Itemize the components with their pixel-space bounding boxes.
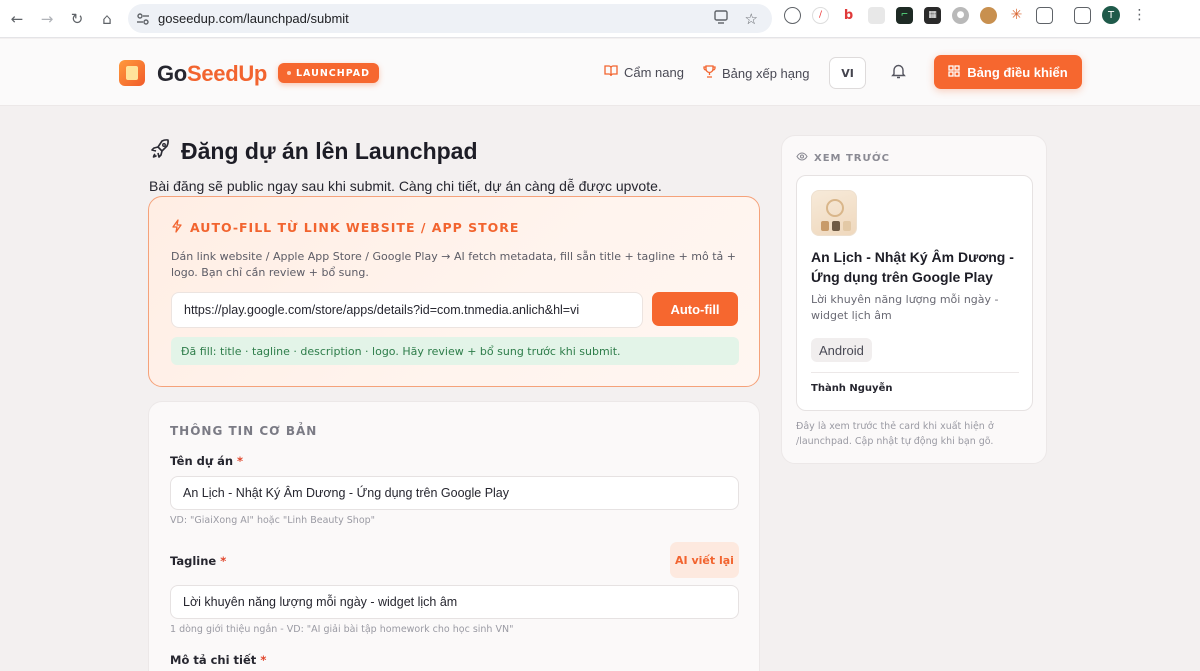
trophy-icon (703, 65, 716, 81)
url-text: goseedup.com/launchpad/submit (158, 11, 349, 26)
extension-icon[interactable]: ▦ (924, 6, 941, 24)
required-mark: * (220, 554, 227, 568)
url-actions: ☆ (713, 4, 758, 33)
badge-label: LAUNCHPAD (296, 67, 371, 79)
preview-note: Đây là xem trước thẻ card khi xuất hiện … (796, 421, 994, 447)
logo-icon[interactable] (119, 60, 145, 86)
section-title: THÔNG TIN CƠ BẢN (170, 424, 318, 438)
menu-dots-icon[interactable]: ⋮ (1131, 7, 1148, 24)
profile-avatar[interactable]: T (1102, 6, 1120, 24)
tagline-label-text: Tagline (170, 554, 217, 568)
extensions-bar: / b ⌐ ▦ ● ✳ T ⋮ (784, 6, 1148, 24)
lightning-icon (171, 219, 183, 236)
browser-nav: ← → ↻ ⌂ (0, 4, 122, 34)
autofill-panel: AUTO-FILL TỪ LINK WEBSITE / APP STORE Dá… (148, 196, 760, 387)
extension-icon[interactable] (868, 6, 885, 24)
book-icon (604, 65, 618, 80)
preview-title: An Lịch - Nhật Ký Âm Dương - Ứng dụng tr… (811, 249, 1014, 285)
platform-chip: Android (811, 338, 872, 362)
extension-icon[interactable]: / (812, 6, 829, 24)
site-header: GoSeedUp LAUNCHPAD Cẩm nang Bảng xếp hạn… (0, 39, 1200, 106)
app-logo (811, 190, 857, 236)
nav-handbook-label: Cẩm nang (624, 65, 684, 80)
preview-author: Thành Nguyễn (811, 383, 893, 394)
address-bar[interactable]: goseedup.com/launchpad/submit ☆ (128, 4, 772, 33)
autofill-button[interactable]: Auto-fill (652, 292, 738, 326)
page-title: Đăng dự án lên Launchpad (149, 138, 478, 165)
basic-info-section: THÔNG TIN CƠ BẢN Tên dự án * An Lịch - N… (148, 401, 760, 671)
bookmark-star-icon[interactable]: ☆ (745, 10, 758, 28)
preview-tagline: Lời khuyên năng lượng mỗi ngày - widget … (811, 293, 999, 322)
puzzle-icon[interactable] (1036, 6, 1053, 24)
required-mark: * (237, 454, 244, 468)
home-icon[interactable]: ⌂ (92, 4, 122, 34)
autofill-description: Dán link website / Apple App Store / Goo… (171, 250, 736, 279)
notification-bell-icon[interactable] (891, 63, 906, 83)
dashboard-button[interactable]: Bảng điều khiển (934, 55, 1082, 89)
forward-icon[interactable]: → (32, 4, 62, 34)
page-heading: Đăng dự án lên Launchpad (181, 138, 478, 164)
required-mark: * (260, 653, 267, 667)
project-name-input[interactable]: An Lịch - Nhật Ký Âm Dương - Ứng dụng tr… (170, 476, 739, 510)
autofill-title-text: AUTO-FILL TỪ LINK WEBSITE / APP STORE (190, 220, 520, 235)
eye-icon (796, 152, 808, 164)
tagline-label: Tagline * (170, 554, 226, 568)
back-icon[interactable]: ← (2, 4, 32, 34)
ai-rewrite-button[interactable]: AI viết lại (670, 542, 739, 578)
terminal-extension-icon[interactable]: ⌐ (896, 6, 913, 24)
autofill-title: AUTO-FILL TỪ LINK WEBSITE / APP STORE (171, 219, 519, 236)
description-label-text: Mô tả chi tiết (170, 653, 257, 667)
language-toggle[interactable]: VI (829, 57, 866, 89)
project-name-hint: VD: "GiaiXong AI" hoặc "Linh Beauty Shop… (170, 515, 376, 526)
autofill-status: Đã fill: title · tagline · description ·… (171, 337, 739, 365)
preview-card[interactable]: An Lịch - Nhật Ký Âm Dương - Ứng dụng tr… (796, 175, 1033, 411)
preview-heading: XEM TRƯỚC (796, 152, 890, 164)
tagline-input[interactable]: Lời khuyên năng lượng mỗi ngày - widget … (170, 585, 739, 619)
autofill-url-input[interactable]: https://play.google.com/store/apps/detai… (171, 292, 643, 328)
launchpad-badge: LAUNCHPAD (278, 63, 380, 83)
badge-dot (287, 71, 291, 75)
extension-icon[interactable]: ● (952, 6, 969, 24)
dashboard-label: Bảng điều khiển (967, 64, 1068, 80)
browser-toolbar: ← → ↻ ⌂ goseedup.com/launchpad/submit ☆ … (0, 0, 1200, 38)
search-tabs-icon[interactable] (1074, 6, 1091, 24)
claude-icon[interactable]: ✳ (1008, 7, 1025, 24)
card-divider (811, 372, 1019, 373)
preview-panel: XEM TRƯỚC An Lịch - Nhật Ký Âm Dương - Ứ… (781, 135, 1047, 464)
project-name-label-text: Tên dự án (170, 454, 234, 468)
brand-go: Go (157, 61, 187, 86)
description-label: Mô tả chi tiết * (170, 653, 266, 667)
preview-heading-text: XEM TRƯỚC (814, 152, 890, 164)
tagline-hint: 1 dòng giới thiệu ngắn - VD: "AI giải bà… (170, 624, 514, 635)
brand-name[interactable]: GoSeedUp (157, 61, 267, 87)
extension-icon[interactable] (784, 6, 801, 24)
grid-icon (948, 64, 960, 80)
project-name-label: Tên dự án * (170, 454, 243, 468)
cookie-icon[interactable] (980, 6, 997, 24)
rocket-icon (149, 138, 171, 165)
nav-handbook[interactable]: Cẩm nang (604, 65, 684, 80)
nav-leaderboard-label: Bảng xếp hạng (722, 65, 810, 81)
brand-seedup: SeedUp (186, 61, 268, 86)
reload-icon[interactable]: ↻ (62, 4, 92, 34)
install-app-icon[interactable] (713, 9, 729, 28)
bing-icon[interactable]: b (840, 7, 857, 24)
nav-leaderboard[interactable]: Bảng xếp hạng (703, 65, 809, 81)
site-info-icon[interactable] (128, 12, 158, 26)
page-subtitle: Bài đăng sẽ public ngay sau khi submit. … (149, 178, 662, 194)
